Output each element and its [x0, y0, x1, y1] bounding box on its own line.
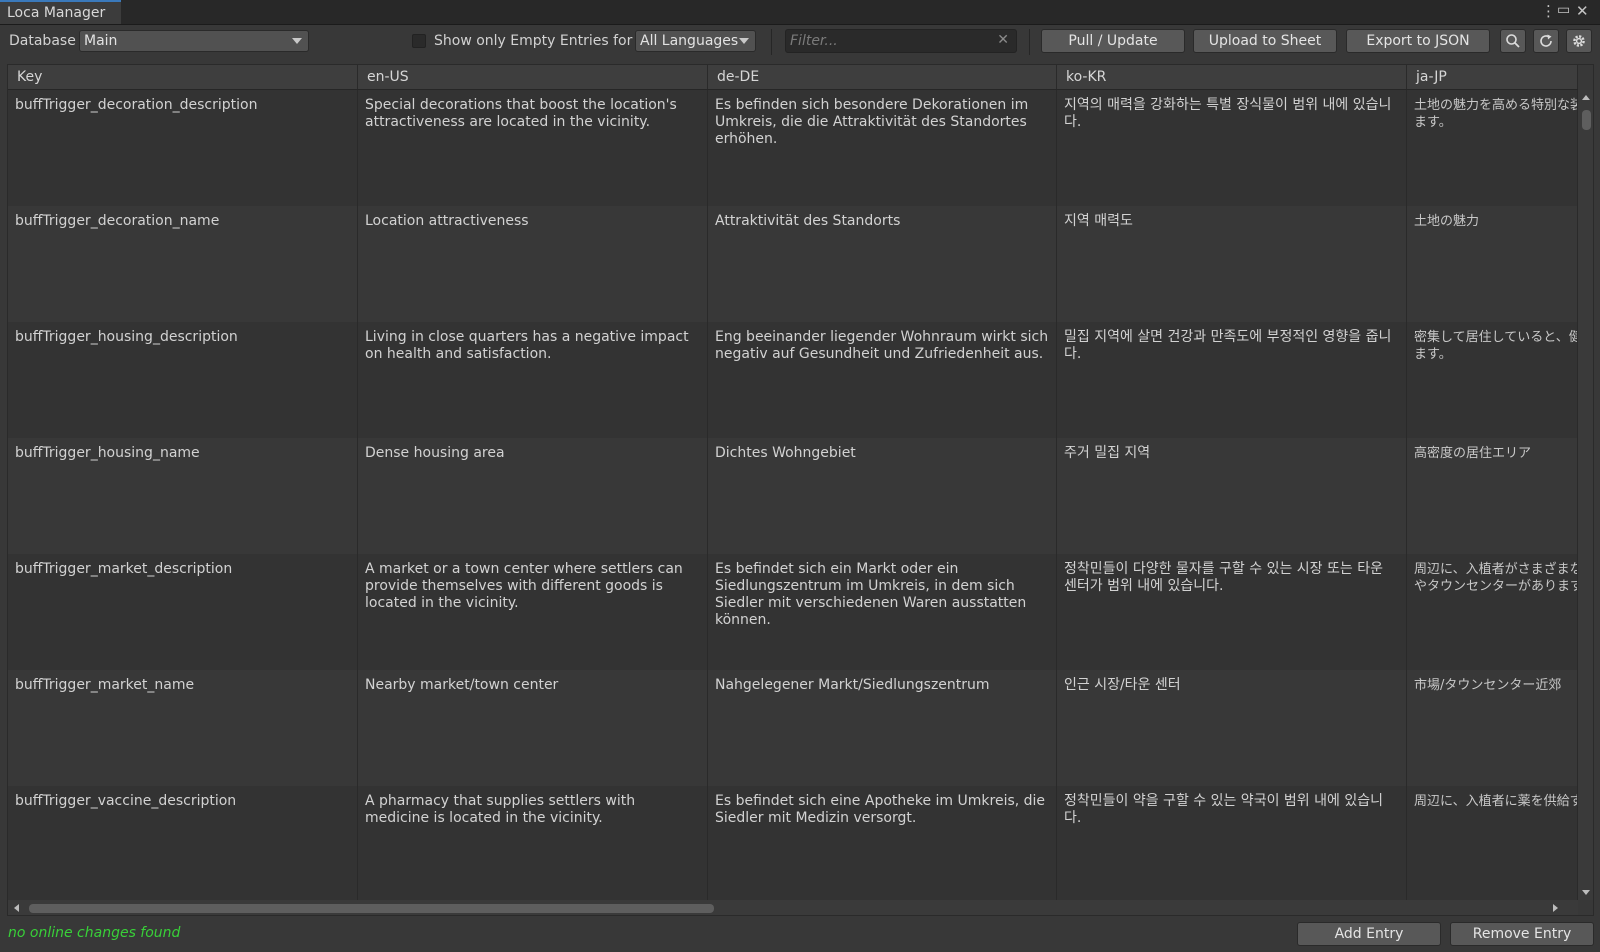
key-cell[interactable]: buffTrigger_market_description — [8, 554, 358, 670]
ko-kr-cell[interactable]: 주거 밀집 지역 — [1057, 438, 1407, 554]
clear-filter-icon[interactable]: ✕ — [997, 32, 1009, 48]
upload-to-sheet-button[interactable]: Upload to Sheet — [1193, 29, 1337, 53]
database-dropdown[interactable]: Main — [79, 30, 309, 52]
ko-kr-cell[interactable]: 지역 매력도 — [1057, 206, 1407, 322]
table-row[interactable]: buffTrigger_decoration_name Location att… — [8, 206, 1578, 322]
ko-kr-cell[interactable]: 정착민들이 다양한 물자를 구할 수 있는 시장 또는 타운 센터가 범위 내에… — [1057, 554, 1407, 670]
language-dropdown-value: All Languages — [640, 33, 739, 49]
database-label: Database — [9, 33, 76, 49]
de-de-cell[interactable]: Es befinden sich besondere Dekorationen … — [708, 90, 1057, 206]
table-body: buffTrigger_decoration_description Speci… — [8, 90, 1578, 900]
horizontal-scrollbar[interactable] — [8, 900, 1578, 915]
chevron-down-icon — [292, 38, 302, 44]
key-cell[interactable]: buffTrigger_vaccine_description — [8, 786, 358, 900]
de-de-cell[interactable]: Attraktivität des Standorts — [708, 206, 1057, 322]
toolbar: Database Main Show only Empty Entries fo… — [0, 25, 1600, 58]
ja-jp-cell[interactable]: 土地の魅力 — [1407, 206, 1578, 322]
en-us-cell[interactable]: Living in close quarters has a negative … — [358, 322, 708, 438]
de-de-cell[interactable]: Dichtes Wohngebiet — [708, 438, 1057, 554]
table-row[interactable]: buffTrigger_vaccine_description A pharma… — [8, 786, 1578, 900]
key-cell[interactable]: buffTrigger_housing_description — [8, 322, 358, 438]
table-header: Key en-US de-DE ko-KR ja-JP — [8, 65, 1578, 90]
en-us-cell[interactable]: A pharmacy that supplies settlers with m… — [358, 786, 708, 900]
pull-update-button[interactable]: Pull / Update — [1041, 29, 1185, 53]
export-to-json-button[interactable]: Export to JSON — [1346, 29, 1490, 53]
key-cell[interactable]: buffTrigger_decoration_description — [8, 90, 358, 206]
en-us-cell[interactable]: A market or a town center where settlers… — [358, 554, 708, 670]
add-entry-button[interactable]: Add Entry — [1297, 922, 1441, 946]
toolbar-divider — [771, 29, 772, 55]
en-us-cell[interactable]: Location attractiveness — [358, 206, 708, 322]
en-us-cell[interactable]: Nearby market/town center — [358, 670, 708, 786]
window-tab[interactable]: Loca Manager — [0, 0, 121, 24]
filter-input[interactable] — [790, 32, 990, 50]
column-header-en-us[interactable]: en-US — [358, 65, 708, 89]
key-cell[interactable]: buffTrigger_decoration_name — [8, 206, 358, 322]
column-header-de-de[interactable]: de-DE — [708, 65, 1057, 89]
ko-kr-cell[interactable]: 정착민들이 약을 구할 수 있는 약국이 범위 내에 있습니다. — [1057, 786, 1407, 900]
en-us-cell[interactable]: Dense housing area — [358, 438, 708, 554]
en-us-cell[interactable]: Special decorations that boost the locat… — [358, 90, 708, 206]
horizontal-scroll-thumb[interactable] — [29, 904, 714, 913]
scroll-left-arrow-icon[interactable] — [14, 904, 19, 912]
refresh-button[interactable] — [1533, 29, 1559, 53]
maximize-icon[interactable]: ▭ — [1557, 1, 1570, 19]
table-row[interactable]: buffTrigger_market_description A market … — [8, 554, 1578, 670]
ja-jp-cell[interactable]: 周辺に、入植者がさまざまな物 やタウンセンターがあります。 — [1407, 554, 1578, 670]
table-row[interactable]: buffTrigger_housing_description Living i… — [8, 322, 1578, 438]
ko-kr-cell[interactable]: 지역의 매력을 강화하는 특별 장식물이 범위 내에 있습니다. — [1057, 90, 1407, 206]
close-icon[interactable]: ✕ — [1576, 2, 1589, 20]
toolbar-divider — [1029, 29, 1030, 55]
de-de-cell[interactable]: Es befindet sich eine Apotheke im Umkrei… — [708, 786, 1057, 900]
filter-field[interactable]: ✕ — [785, 29, 1017, 53]
refresh-icon — [1540, 34, 1552, 47]
window-tab-title: Loca Manager — [7, 5, 106, 21]
ja-jp-cell[interactable]: 土地の魅力を高める特別な装 ます。 — [1407, 90, 1578, 206]
de-de-cell[interactable]: Eng beeinander liegender Wohnraum wirkt … — [708, 322, 1057, 438]
remove-entry-button[interactable]: Remove Entry — [1450, 922, 1594, 946]
title-bar: Loca Manager ⋮ ▭ ✕ — [0, 0, 1600, 25]
ja-jp-cell[interactable]: 市場/タウンセンター近郊 — [1407, 670, 1578, 786]
table-row[interactable]: buffTrigger_housing_name Dense housing a… — [8, 438, 1578, 554]
scroll-right-arrow-icon[interactable] — [1553, 904, 1558, 912]
ko-kr-cell[interactable]: 인근 시장/타운 센터 — [1057, 670, 1407, 786]
scroll-down-arrow-icon[interactable] — [1582, 890, 1590, 895]
scroll-up-arrow-icon[interactable] — [1582, 95, 1590, 100]
vertical-scrollbar[interactable] — [1578, 90, 1593, 900]
column-header-key[interactable]: Key — [8, 65, 358, 89]
empty-entries-checkbox[interactable] — [412, 34, 426, 48]
loca-manager-window: Loca Manager ⋮ ▭ ✕ Database Main Show on… — [0, 0, 1600, 952]
de-de-cell[interactable]: Nahgelegener Markt/Siedlungszentrum — [708, 670, 1057, 786]
vertical-scroll-thumb[interactable] — [1582, 110, 1591, 130]
ja-jp-cell[interactable]: 周辺に、入植者に薬を供給す — [1407, 786, 1578, 900]
localization-table: Key en-US de-DE ko-KR ja-JP buffTrigger_… — [7, 64, 1594, 916]
key-cell[interactable]: buffTrigger_market_name — [8, 670, 358, 786]
gear-icon — [1573, 35, 1585, 47]
key-cell[interactable]: buffTrigger_housing_name — [8, 438, 358, 554]
sync-status-text: no online changes found — [8, 925, 181, 941]
search-button[interactable] — [1500, 29, 1526, 53]
database-dropdown-value: Main — [84, 33, 118, 49]
search-icon — [1506, 34, 1520, 48]
empty-entries-label: Show only Empty Entries for — [434, 33, 633, 49]
column-header-ko-kr[interactable]: ko-KR — [1057, 65, 1407, 89]
ja-jp-cell[interactable]: 密集して居住していると、健康 ます。 — [1407, 322, 1578, 438]
table-row[interactable]: buffTrigger_market_name Nearby market/to… — [8, 670, 1578, 786]
language-dropdown[interactable]: All Languages — [635, 30, 756, 52]
ko-kr-cell[interactable]: 밀집 지역에 살면 건강과 만족도에 부정적인 영향을 줍니다. — [1057, 322, 1407, 438]
ja-jp-cell[interactable]: 高密度の居住エリア — [1407, 438, 1578, 554]
de-de-cell[interactable]: Es befindet sich ein Markt oder ein Sied… — [708, 554, 1057, 670]
table-row[interactable]: buffTrigger_decoration_description Speci… — [8, 90, 1578, 206]
chevron-down-icon — [739, 38, 749, 44]
settings-button[interactable] — [1566, 29, 1592, 53]
column-header-ja-jp[interactable]: ja-JP — [1407, 65, 1578, 89]
kebab-menu-icon[interactable]: ⋮ — [1541, 2, 1556, 20]
